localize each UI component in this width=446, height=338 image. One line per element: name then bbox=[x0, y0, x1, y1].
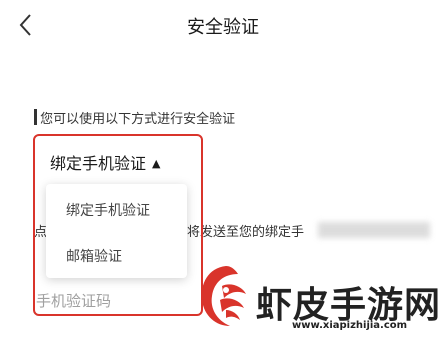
watermark-url: www.xiapizhijia.com bbox=[292, 320, 408, 331]
verification-hint: 您可以使用以下方式进行安全验证 bbox=[40, 112, 236, 127]
shrimp-logo-icon bbox=[201, 266, 246, 326]
sms-hint-text: 将发送至您的绑定手 bbox=[187, 225, 305, 240]
redacted-phone bbox=[318, 222, 430, 238]
highlight-frame bbox=[33, 134, 203, 316]
page-title: 安全验证 bbox=[187, 17, 259, 38]
